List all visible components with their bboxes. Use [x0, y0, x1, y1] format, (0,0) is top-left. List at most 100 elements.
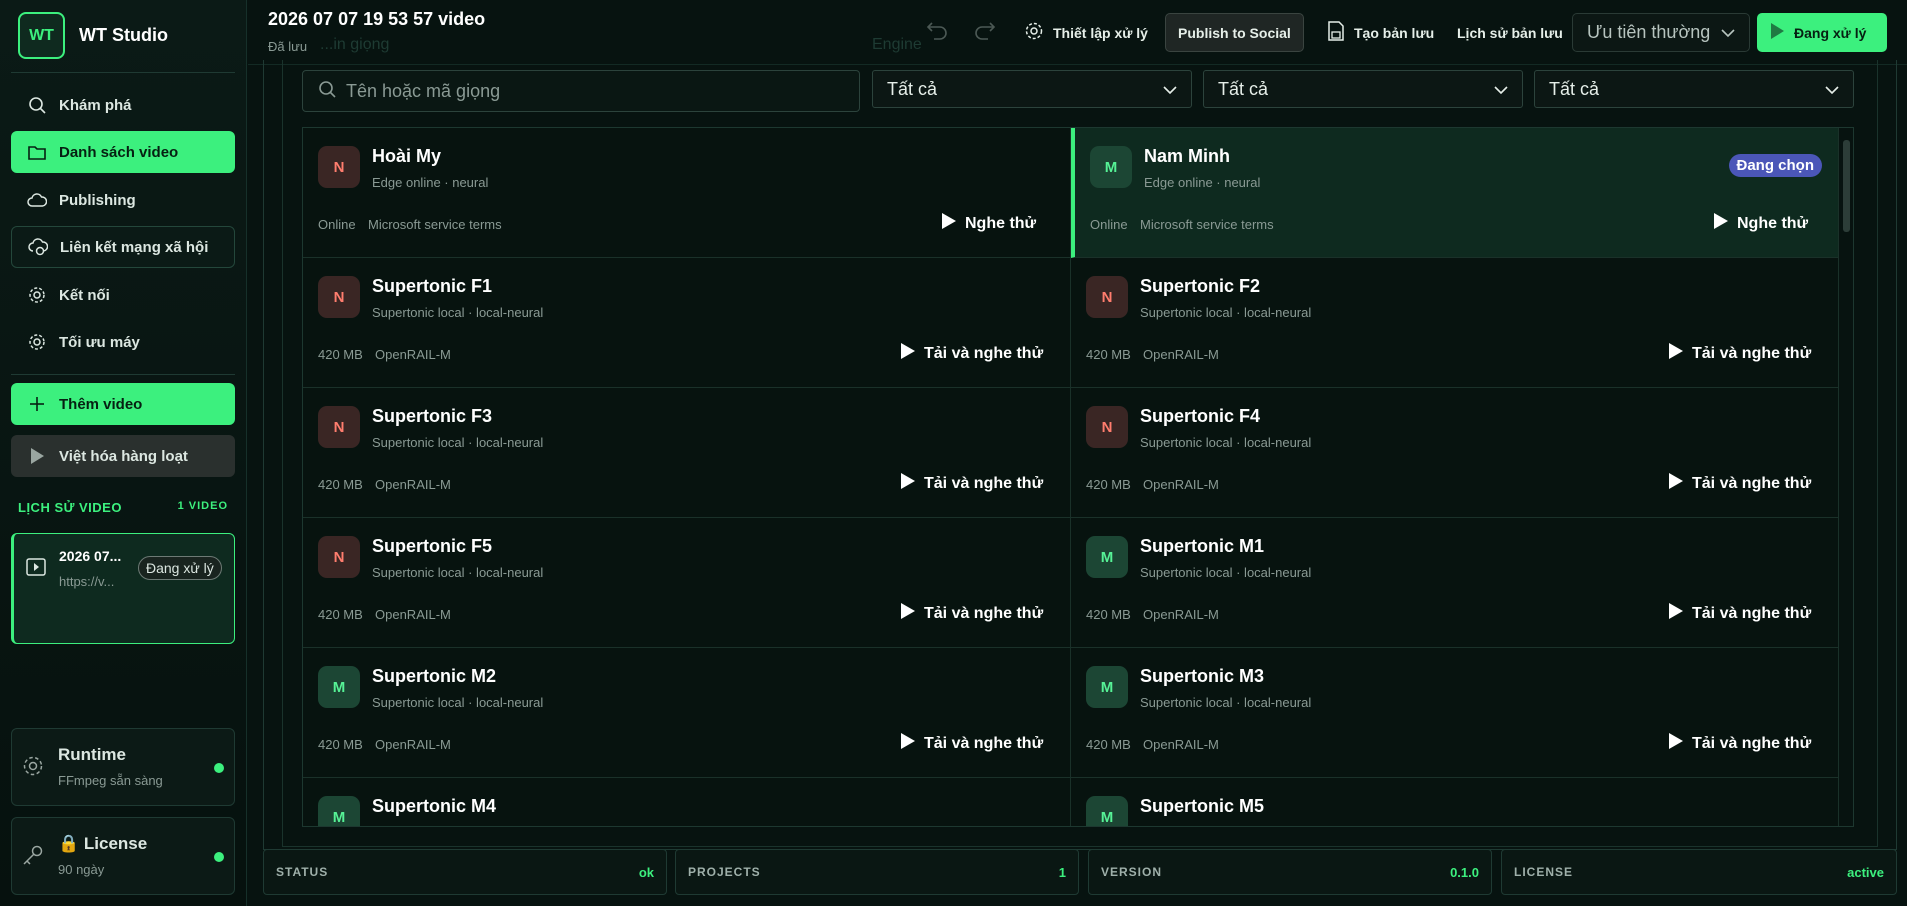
voice-search[interactable] — [302, 70, 860, 112]
voice-card[interactable]: M Supertonic M1 Supertonic local · local-n… — [1071, 518, 1839, 648]
license-card[interactable]: 🔒 License 90 ngày — [11, 817, 235, 895]
voice-size: 420 MB — [1086, 737, 1131, 752]
runtime-card[interactable]: Runtime FFmpeg sẵn sàng — [11, 728, 235, 806]
statusbar-key: PROJECTS — [688, 865, 761, 879]
preview-label: Tải và nghe thử — [924, 344, 1044, 362]
play-icon — [1668, 602, 1684, 625]
processing-settings-button[interactable]: Thiết lập xử lý — [1012, 13, 1160, 52]
voice-card[interactable]: M Supertonic M2 Supertonic local · local-n… — [303, 648, 1071, 778]
voice-name: Supertonic F3 — [372, 406, 493, 426]
publish-to-social-button[interactable]: Publish to Social — [1165, 13, 1304, 52]
play-icon — [941, 212, 957, 235]
play-icon — [27, 446, 47, 466]
voice-name: Supertonic F4 — [1140, 406, 1261, 426]
voice-size: 420 MB — [318, 737, 363, 752]
voice-engine: Supertonic local · local-neural — [1140, 435, 1312, 450]
save-status: Đã lưu — [268, 39, 308, 54]
history-item-title: 2026 07... — [59, 548, 122, 564]
preview-label: Tải và nghe thử — [1692, 344, 1812, 362]
nav-item-explore[interactable]: Khám phá — [11, 84, 235, 126]
run-processing-button[interactable]: Đang xử lý — [1757, 13, 1887, 52]
nav-item-video-list[interactable]: Danh sách video — [11, 131, 235, 173]
voice-size: 420 MB — [318, 347, 363, 362]
backup-history-button[interactable]: Lịch sử bản lưu — [1445, 13, 1575, 52]
status-dot — [214, 763, 224, 773]
preview-button[interactable]: Nghe thử — [1713, 212, 1808, 235]
preview-label: Nghe thử — [1737, 214, 1809, 232]
avatar: N — [318, 536, 360, 578]
priority-select[interactable]: Ưu tiên thường — [1572, 13, 1750, 52]
preview-button[interactable]: Tải và nghe thử — [1668, 732, 1811, 755]
create-backup-button[interactable]: Tạo bản lưu — [1315, 13, 1446, 52]
preview-label: Tải và nghe thử — [924, 604, 1044, 622]
voice-engine: Edge online · neural — [372, 175, 489, 190]
scrollbar-thumb[interactable] — [1843, 140, 1850, 232]
preview-button[interactable]: Tải và nghe thử — [900, 602, 1043, 625]
voice-license: Microsoft service terms — [368, 217, 502, 232]
preview-button[interactable]: Tải và nghe thử — [900, 342, 1043, 365]
divider — [11, 374, 235, 375]
status-badge: Đang xử lý — [138, 556, 222, 580]
preview-button[interactable]: Tải và nghe thử — [1668, 602, 1811, 625]
gender-filter[interactable]: Tất cả — [1203, 70, 1523, 108]
preview-button[interactable]: Tải và nghe thử — [900, 732, 1043, 755]
brand[interactable]: WT WT Studio — [18, 12, 168, 59]
voice-engine: Supertonic local · local-neural — [372, 695, 544, 710]
voice-name: Supertonic M5 — [1140, 796, 1265, 816]
preview-label: Tải và nghe thử — [1692, 474, 1812, 492]
voice-name: Hoài My — [372, 146, 442, 166]
add-video-button[interactable]: Thêm video — [11, 383, 235, 425]
nav-item-social-links[interactable]: Liên kết mạng xã hội — [11, 226, 235, 268]
voice-card[interactable]: M Nam Minh Edge online · neural Online Micro… — [1071, 128, 1839, 258]
play-icon — [900, 602, 916, 625]
statusbar-key: LICENSE — [1514, 865, 1574, 879]
voice-license: OpenRAIL-M — [375, 737, 451, 752]
preview-button[interactable]: Tải và nghe thử — [1668, 472, 1811, 495]
voice-engine: Supertonic local · local-neural — [372, 305, 544, 320]
voice-name: Supertonic M1 — [1140, 536, 1265, 556]
voice-card[interactable]: N Supertonic F5 Supertonic local · local-n… — [303, 518, 1071, 648]
voice-search-input[interactable] — [346, 80, 826, 102]
voice-license: Microsoft service terms — [1140, 217, 1274, 232]
redo-icon[interactable] — [974, 20, 996, 45]
nav-item-publishing[interactable]: Publishing — [11, 179, 235, 221]
video-icon — [26, 558, 46, 581]
voice-card[interactable]: N Supertonic F4 Supertonic local · local-n… — [1071, 388, 1839, 518]
brand-name: WT Studio — [79, 25, 168, 45]
voice-card[interactable]: N Supertonic F2 Supertonic local · local-n… — [1071, 258, 1839, 388]
preview-button[interactable]: Tải và nghe thử — [900, 472, 1043, 495]
avatar: N — [1086, 276, 1128, 318]
key-icon — [22, 844, 44, 871]
cloud-icon — [27, 190, 47, 210]
history-item[interactable]: 2026 07... https://v... Đang xử lý — [11, 533, 235, 644]
voice-size: Online — [318, 217, 356, 232]
batch-localize-button[interactable]: Việt hóa hàng loạt — [11, 435, 235, 477]
voice-size: 420 MB — [318, 607, 363, 622]
voice-card[interactable]: N Supertonic F3 Supertonic local · local-n… — [303, 388, 1071, 518]
cloud-link-icon — [28, 237, 48, 257]
voice-card[interactable]: M Supertonic M3 Supertonic local · local-n… — [1071, 648, 1839, 778]
statusbar-key: VERSION — [1101, 865, 1163, 879]
filter-value: Tất cả — [1218, 78, 1269, 99]
engine-filter[interactable]: Tất cả — [872, 70, 1192, 108]
voice-card[interactable]: M Supertonic M5 — [1071, 778, 1839, 826]
voice-card[interactable]: M Supertonic M4 — [303, 778, 1071, 826]
folder-icon — [27, 142, 47, 162]
preview-button[interactable]: Nghe thử — [941, 212, 1036, 235]
voice-grid: N Hoài My Edge online · neural Online Micros… — [302, 127, 1854, 827]
avatar: N — [318, 276, 360, 318]
runtime-title: Runtime — [58, 745, 126, 764]
voice-license: OpenRAIL-M — [375, 477, 451, 492]
ghost-label: ...in giọng — [320, 36, 390, 53]
voice-card[interactable]: N Supertonic F1 Supertonic local · local-n… — [303, 258, 1071, 388]
nav-item-connections[interactable]: Kết nối — [11, 274, 235, 316]
statusbar-license: LICENSE active — [1501, 849, 1897, 895]
play-icon — [1668, 472, 1684, 495]
avatar: M — [318, 666, 360, 708]
nav-item-optimize[interactable]: Tối ưu máy — [11, 321, 235, 363]
status-filter[interactable]: Tất cả — [1534, 70, 1854, 108]
undo-icon[interactable] — [926, 20, 948, 45]
voice-size: 420 MB — [1086, 477, 1131, 492]
voice-card[interactable]: N Hoài My Edge online · neural Online Micros… — [303, 128, 1071, 258]
preview-button[interactable]: Tải và nghe thử — [1668, 342, 1811, 365]
